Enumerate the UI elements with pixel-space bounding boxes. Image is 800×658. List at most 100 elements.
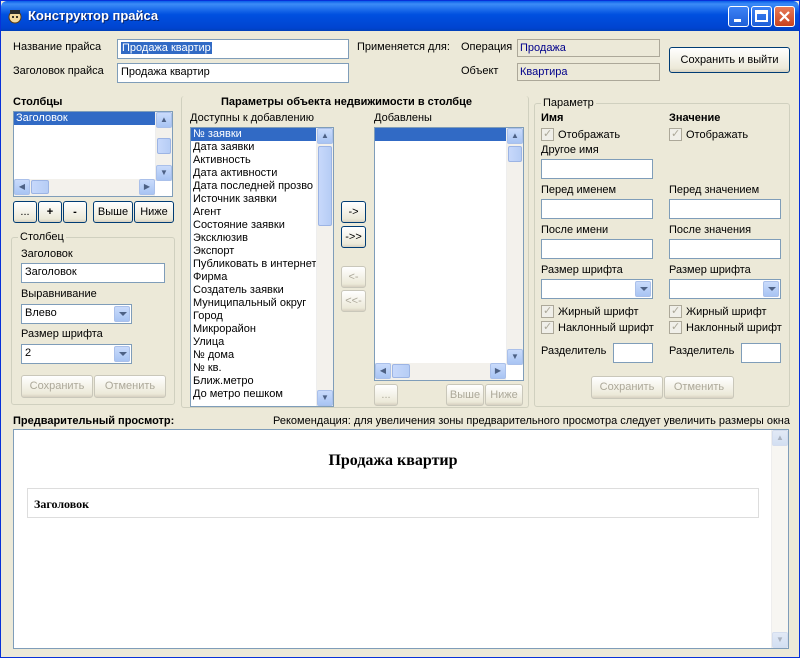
columns-list[interactable]: Заголовок ▲ ▼ ◀ ▶: [13, 111, 173, 197]
scroll-up-icon[interactable]: ▲: [772, 430, 788, 446]
price-name-input[interactable]: Продажа квартир: [117, 39, 349, 59]
available-list-item[interactable]: Источник заявки: [191, 193, 316, 206]
scroll-thumb[interactable]: [508, 146, 522, 162]
param-down-button[interactable]: Ниже: [485, 384, 523, 406]
added-more-button[interactable]: ...: [374, 384, 398, 406]
preview-pane[interactable]: Продажа квартир Заголовок ▲ ▼: [13, 429, 789, 649]
scroll-up-icon[interactable]: ▲: [507, 128, 523, 144]
scroll-down-icon[interactable]: ▼: [772, 632, 788, 648]
chevron-down-icon[interactable]: [114, 306, 130, 322]
chevron-down-icon[interactable]: [763, 281, 779, 297]
available-list-item[interactable]: Создатель заявки: [191, 284, 316, 297]
before-name-label: Перед именем: [541, 184, 617, 196]
scroll-up-icon[interactable]: ▲: [317, 128, 333, 144]
columns-list-item[interactable]: Заголовок: [14, 112, 155, 125]
available-list-item[interactable]: Ближ.метро: [191, 375, 316, 388]
value-font-size-select[interactable]: [669, 279, 781, 299]
scroll-right-icon[interactable]: ▶: [139, 179, 155, 195]
available-list-item[interactable]: Муниципальный округ: [191, 297, 316, 310]
available-list-item[interactable]: Состояние заявки: [191, 219, 316, 232]
value-separator-label: Разделитель: [669, 345, 735, 357]
column-font-size-select[interactable]: 2: [21, 344, 132, 364]
available-list-item[interactable]: Агент: [191, 206, 316, 219]
maximize-button[interactable]: [751, 6, 772, 27]
preview-title: Продажа квартир: [328, 452, 458, 469]
name-italic-checkbox[interactable]: Наклонный шрифт: [541, 320, 654, 334]
scroll-down-icon[interactable]: ▼: [317, 390, 333, 406]
add-all-params-button[interactable]: ->>: [341, 226, 366, 248]
before-name-input[interactable]: [541, 199, 653, 219]
column-up-button[interactable]: Выше: [93, 201, 133, 223]
close-button[interactable]: [774, 6, 795, 27]
scroll-left-icon[interactable]: ◀: [14, 179, 30, 195]
remove-all-params-button[interactable]: <<-: [341, 290, 366, 312]
available-list-item[interactable]: Дата заявки: [191, 141, 316, 154]
scroll-thumb[interactable]: [157, 138, 171, 154]
show-name-checkbox[interactable]: Отображать: [541, 127, 620, 141]
available-list-item[interactable]: Публиковать в интернет: [191, 258, 317, 271]
added-vscroll[interactable]: ▲ ▼: [506, 128, 523, 365]
available-list-item[interactable]: Эксклюзив: [191, 232, 316, 245]
column-cancel-button[interactable]: Отменить: [94, 375, 166, 398]
add-param-button[interactable]: ->: [341, 201, 366, 223]
added-hscroll[interactable]: ◀ ▶: [375, 363, 506, 380]
show-value-checkbox[interactable]: Отображать: [669, 127, 748, 141]
available-list[interactable]: № заявки Дата заявки Активность Дата активн…: [190, 127, 334, 407]
value-separator-input[interactable]: [741, 343, 781, 363]
name-separator-input[interactable]: [613, 343, 653, 363]
chevron-down-icon[interactable]: [114, 346, 130, 362]
add-column-button[interactable]: +: [38, 201, 62, 223]
scroll-down-icon[interactable]: ▼: [156, 165, 172, 181]
scroll-right-icon[interactable]: ▶: [490, 363, 506, 379]
value-italic-checkbox[interactable]: Наклонный шрифт: [669, 320, 782, 334]
save-and-exit-button[interactable]: Сохранить и выйти: [669, 47, 790, 73]
after-name-input[interactable]: [541, 239, 653, 259]
available-list-item[interactable]: Микрорайон: [191, 323, 316, 336]
before-value-input[interactable]: [669, 199, 781, 219]
columns-vscroll[interactable]: ▲ ▼: [155, 112, 172, 181]
added-selected-row[interactable]: [375, 128, 506, 141]
available-list-item[interactable]: Активность: [191, 154, 316, 167]
available-list-item[interactable]: № заявки: [191, 128, 316, 141]
column-font-size-value: 2: [25, 347, 32, 359]
available-list-item[interactable]: Экспорт: [191, 245, 316, 258]
remove-param-button[interactable]: <-: [341, 266, 366, 288]
chevron-down-icon[interactable]: [635, 281, 651, 297]
minimize-button[interactable]: [728, 6, 749, 27]
remove-column-button[interactable]: -: [63, 201, 87, 223]
scroll-thumb[interactable]: [31, 180, 49, 194]
available-list-item[interactable]: Город: [191, 310, 316, 323]
title-bar[interactable]: Конструктор прайса: [1, 1, 799, 31]
column-heading-label: Заголовок: [21, 248, 73, 260]
columns-more-button[interactable]: ...: [13, 201, 37, 223]
param-up-button[interactable]: Выше: [446, 384, 484, 406]
columns-hscroll[interactable]: ◀ ▶: [14, 179, 155, 196]
available-list-item[interactable]: Фирма: [191, 271, 316, 284]
available-list-item[interactable]: Дата последней прозво: [191, 180, 316, 193]
other-name-input[interactable]: [541, 159, 653, 179]
parameter-save-button[interactable]: Сохранить: [591, 376, 663, 399]
scroll-down-icon[interactable]: ▼: [507, 349, 523, 365]
available-list-item[interactable]: До метро пешком: [191, 388, 316, 401]
available-list-item[interactable]: № кв.: [191, 362, 316, 375]
scroll-left-icon[interactable]: ◀: [375, 363, 391, 379]
name-font-size-select[interactable]: [541, 279, 653, 299]
value-bold-checkbox[interactable]: Жирный шрифт: [669, 304, 767, 318]
scroll-up-icon[interactable]: ▲: [156, 112, 172, 128]
available-list-item[interactable]: Дата активности: [191, 167, 316, 180]
available-list-item[interactable]: Улица: [191, 336, 316, 349]
column-save-button[interactable]: Сохранить: [21, 375, 93, 398]
column-down-button[interactable]: Ниже: [134, 201, 174, 223]
preview-vscroll[interactable]: ▲ ▼: [771, 430, 788, 648]
available-list-item[interactable]: № дома: [191, 349, 316, 362]
name-bold-checkbox[interactable]: Жирный шрифт: [541, 304, 639, 318]
available-vscroll[interactable]: ▲ ▼: [316, 128, 333, 406]
align-select[interactable]: Влево: [21, 304, 132, 324]
added-list[interactable]: ▲ ▼ ◀ ▶: [374, 127, 524, 381]
price-heading-input[interactable]: Продажа квартир: [117, 63, 349, 83]
after-value-input[interactable]: [669, 239, 781, 259]
parameter-cancel-button[interactable]: Отменить: [664, 376, 734, 399]
column-heading-input[interactable]: Заголовок: [21, 263, 165, 283]
scroll-thumb[interactable]: [318, 146, 332, 226]
scroll-thumb[interactable]: [392, 364, 410, 378]
